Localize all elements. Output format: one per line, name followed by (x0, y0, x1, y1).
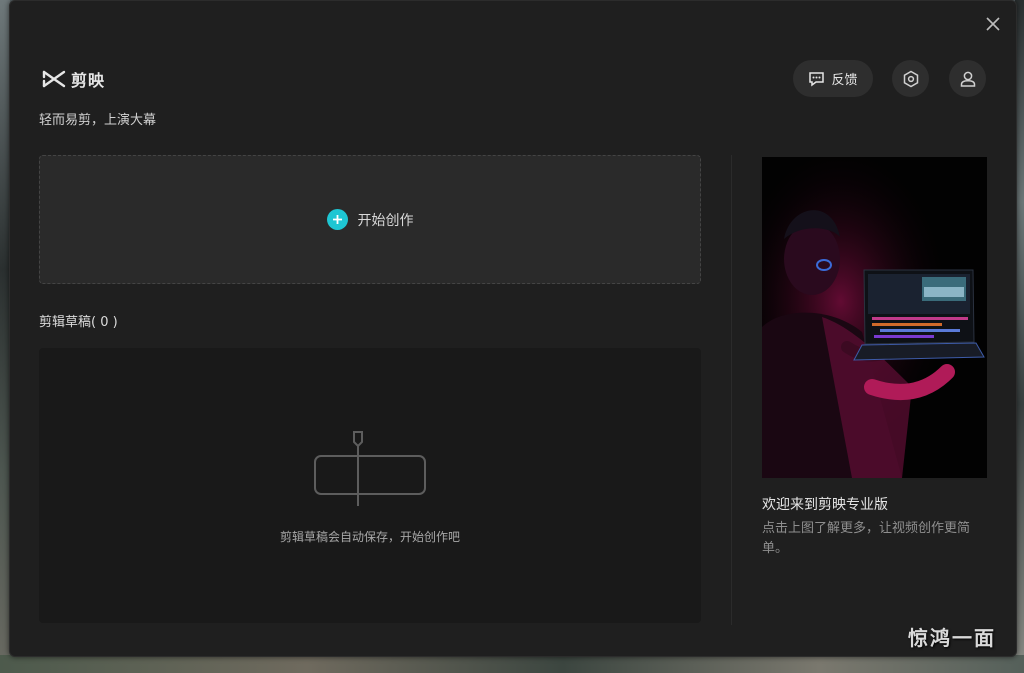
promo-description: 点击上图了解更多，让视频创作更简单。 (762, 521, 971, 556)
user-account-button[interactable] (949, 60, 986, 97)
feedback-button[interactable]: 反馈 (793, 60, 873, 97)
app-name: 剪映 (71, 71, 106, 90)
feedback-message-icon (809, 71, 825, 86)
promo-illustration (762, 157, 987, 478)
promo-title: 欢迎来到剪映专业版 (762, 497, 888, 513)
app-slogan: 轻而易剪，上演大幕 (39, 113, 157, 128)
drafts-list-area: 剪辑草稿会自动保存，开始创作吧 (39, 348, 701, 623)
drafts-section-title: 剪辑草稿( 0 ) (39, 315, 118, 330)
start-creation-button[interactable]: 开始创作 (39, 155, 701, 284)
settings-hexagon-icon (903, 70, 918, 87)
empty-drafts-message: 剪辑草稿会自动保存，开始创作吧 (279, 530, 460, 544)
start-window: 剪映 轻而易剪，上演大幕 反馈 开始创作 剪辑草稿( 0 ) 剪辑草稿会自动保存… (9, 0, 1017, 657)
feedback-label: 反馈 (831, 73, 858, 88)
start-creation-label: 开始创作 (357, 212, 414, 229)
user-icon (960, 71, 975, 87)
app-logo: 剪映 (41, 67, 105, 91)
capcut-logo-icon (42, 70, 66, 88)
watermark-text: 惊鸿一面 (908, 626, 996, 650)
close-icon (986, 17, 1000, 31)
desktop-background-bottom (0, 655, 1024, 673)
settings-button[interactable] (892, 60, 929, 97)
close-button[interactable] (982, 13, 1004, 35)
empty-drafts-timeline-icon (314, 431, 426, 506)
panel-divider (731, 155, 732, 625)
plus-icon (326, 209, 348, 230)
promo-banner-image[interactable] (762, 157, 987, 478)
